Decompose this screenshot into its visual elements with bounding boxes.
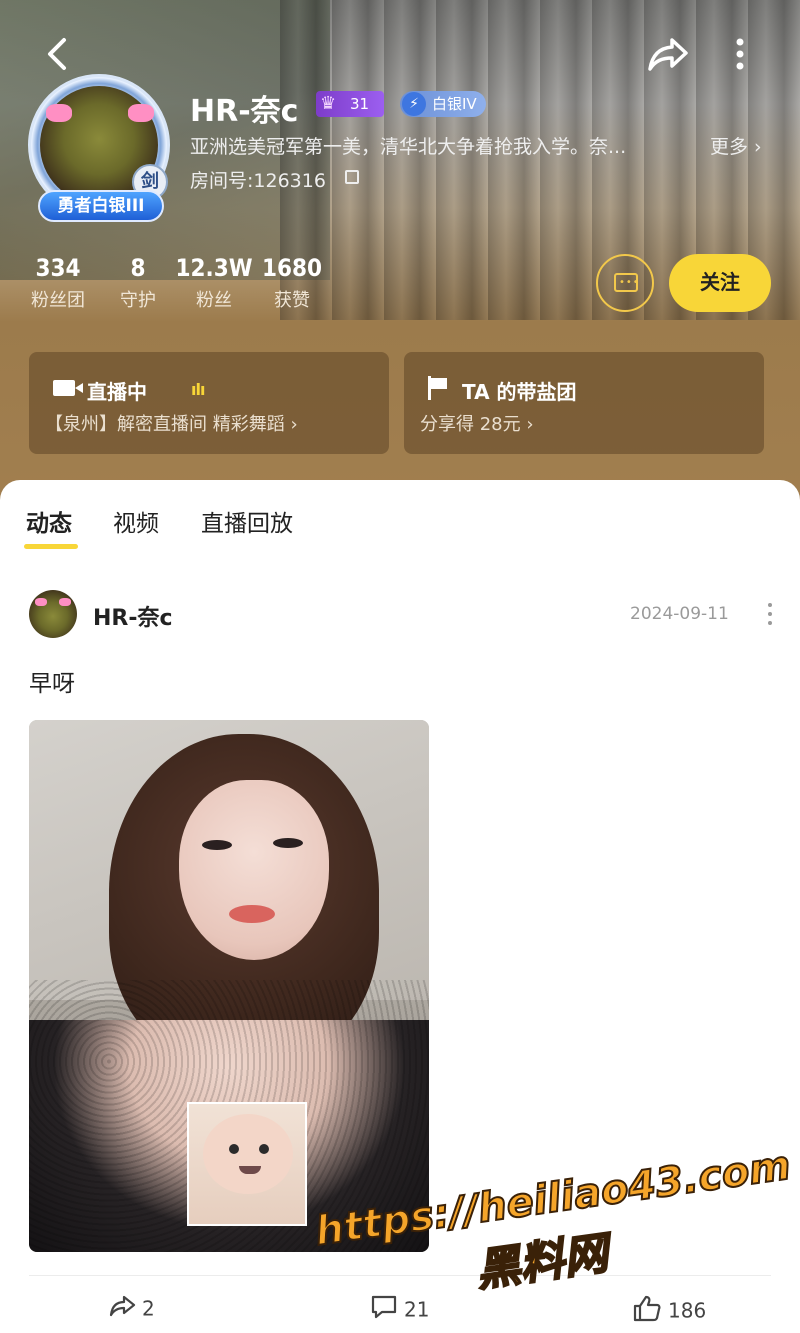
post-author-name[interactable]: HR-奈c <box>93 600 173 632</box>
live-card[interactable]: 直播中 ılı 【泉州】解密直播间 精彩舞蹈 › <box>29 352 389 454</box>
live-card-title: 直播中 <box>87 380 147 404</box>
profile-bio: 亚洲选美冠军第一美，清华北大争着抢我入学。奈... <box>190 136 627 158</box>
video-camera-icon <box>53 380 75 396</box>
rank-badge: 勇者白银III <box>38 190 164 222</box>
tab-posts[interactable]: 动态 <box>26 504 72 538</box>
crown-icon: ♛ <box>320 93 337 114</box>
post-more-icon[interactable] <box>766 600 774 630</box>
tab-bar: 动态 视频 直播回放 <box>0 504 800 554</box>
group-card[interactable]: TA 的带盐团 分享得 28元 › <box>404 352 764 454</box>
username: HR-奈c <box>190 94 299 129</box>
post-date: 2024-09-11 <box>630 604 729 624</box>
stat-fan-club[interactable]: 334 粉丝团 <box>18 254 98 312</box>
stat-label: 粉丝 <box>196 290 232 311</box>
group-card-title: TA 的带盐团 <box>462 380 577 404</box>
copy-icon[interactable] <box>345 170 359 184</box>
lightning-icon: ⚡ <box>402 92 426 116</box>
stat-label: 获赞 <box>274 290 310 311</box>
stat-label: 守护 <box>120 290 156 311</box>
share-arrow-icon <box>108 1294 136 1323</box>
stat-value: 334 <box>35 254 81 282</box>
follow-button[interactable]: 关注 <box>669 254 771 312</box>
bow-icon <box>128 104 154 122</box>
more-options-icon[interactable] <box>732 36 748 72</box>
room-number: 房间号:126316 <box>190 170 326 192</box>
stat-label: 粉丝团 <box>31 290 85 311</box>
stat-value: 1680 <box>261 254 323 282</box>
message-button[interactable]: ••• <box>596 254 654 312</box>
post-author-avatar[interactable] <box>29 590 77 638</box>
like-count: 186 <box>668 1298 707 1323</box>
group-card-subtitle: 分享得 28元 › <box>420 414 534 435</box>
tab-live-replay[interactable]: 直播回放 <box>201 504 293 538</box>
share-count: 2 <box>142 1296 155 1321</box>
share-action[interactable]: 2 <box>108 1294 155 1323</box>
level-number: 31 <box>350 95 370 113</box>
stat-value: 12.3W <box>175 254 253 282</box>
stat-guard[interactable]: 8 守护 <box>98 254 178 312</box>
level-badge[interactable]: ♛ 31 <box>316 91 384 117</box>
stat-followers[interactable]: 12.3W 粉丝 <box>174 254 254 312</box>
stat-value: 8 <box>130 254 146 282</box>
bio-more-link[interactable]: 更多 › <box>710 132 762 159</box>
live-card-subtitle: 【泉州】解密直播间 精彩舞蹈 › <box>45 414 298 435</box>
silver-rank-badge[interactable]: ⚡ 白银IV <box>400 91 486 117</box>
live-bars-icon: ılı <box>191 380 205 399</box>
bow-icon <box>46 104 72 122</box>
post-photo[interactable] <box>29 720 429 1252</box>
stat-likes[interactable]: 1680 获赞 <box>252 254 332 312</box>
avatar[interactable]: 剑 勇者白银III <box>10 64 180 232</box>
silver-rank-label: 白银IV <box>432 95 477 113</box>
flag-icon <box>428 376 448 400</box>
post-text: 早呀 <box>29 671 75 697</box>
tab-videos[interactable]: 视频 <box>113 504 159 538</box>
baby-face-sticker <box>187 1102 307 1226</box>
active-tab-indicator <box>24 544 78 549</box>
share-icon[interactable] <box>646 34 690 74</box>
